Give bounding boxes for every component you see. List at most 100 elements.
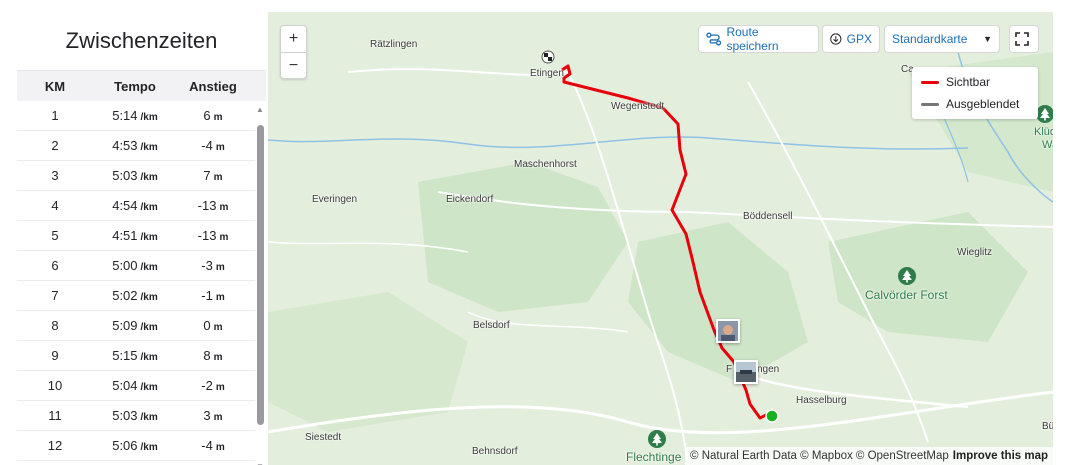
- split-pace: 5:04/km: [93, 378, 177, 393]
- split-km: 7: [51, 288, 59, 303]
- split-elevation-value: -4: [201, 138, 213, 153]
- split-elevation: 3m: [177, 408, 249, 423]
- photo-marker[interactable]: [716, 319, 740, 343]
- split-pace-value: 4:54: [112, 198, 138, 213]
- split-elevation-value: 8: [203, 348, 211, 363]
- forest-label: Flechtinge: [626, 450, 682, 464]
- split-elevation-value: -1: [201, 288, 213, 303]
- split-pace-value: 5:03: [112, 168, 138, 183]
- split-row: 3 5:03/km 7 m: [17, 161, 255, 191]
- splits-scrollbar[interactable]: ▲ ▼: [256, 105, 264, 465]
- place-label: Siestedt: [305, 432, 342, 443]
- split-km: 2: [51, 138, 59, 153]
- scroll-thumb[interactable]: [257, 125, 264, 425]
- pace-unit: /km: [140, 202, 158, 213]
- save-route-button[interactable]: Route speichern: [698, 25, 819, 53]
- place-label: Wegenstedt: [611, 101, 665, 112]
- split-elevation-value: -4: [201, 438, 213, 453]
- place-label: Wanne: [1042, 139, 1053, 151]
- split-pace: 5:02/km: [93, 288, 177, 303]
- place-label: Hasselburg: [796, 395, 847, 406]
- split-row: 10 5:04/km -2 m: [17, 371, 255, 401]
- split-pace-value: 5:15: [112, 348, 138, 363]
- route-map[interactable]: Rätzlingen Etingen Wegenstedt Maschenhor…: [268, 12, 1053, 465]
- split-elevation-value: 3: [203, 408, 211, 423]
- map-style-dropdown[interactable]: Standardkarte ▼: [884, 25, 1000, 53]
- pace-unit: /km: [140, 292, 158, 303]
- chevron-down-icon: ▼: [983, 34, 992, 44]
- elevation-unit: m: [215, 142, 225, 153]
- improve-map-link[interactable]: Improve this map: [953, 450, 1048, 462]
- splits-title: Zwischenzeiten: [17, 12, 266, 71]
- gpx-label: GPX: [846, 32, 872, 46]
- split-pace: 5:03/km: [93, 168, 177, 183]
- place-label: Rätzlingen: [370, 39, 418, 50]
- split-pace-value: 4:51: [112, 228, 138, 243]
- start-marker-icon: [765, 409, 779, 423]
- split-elevation: -4 m: [177, 138, 249, 153]
- fullscreen-button[interactable]: [1009, 25, 1039, 53]
- splits-table-body: 1 5:14/km 6 m 2 4:53/km -4 m 3 5:03/km 7 m 4 4:54/km -…: [17, 101, 255, 461]
- download-icon: [830, 33, 842, 45]
- route-icon: [706, 32, 722, 46]
- route-legend: Sichtbar Ausgeblendet: [912, 67, 1038, 119]
- place-label: ngen: [757, 364, 780, 375]
- elevation-unit: m: [215, 382, 225, 393]
- tree-icon: [898, 267, 916, 285]
- pace-unit: /km: [140, 412, 158, 423]
- photo-marker[interactable]: [734, 360, 758, 384]
- forest-label: Calvörder Forst: [865, 288, 948, 302]
- split-pace: 5:14/km: [93, 108, 177, 123]
- place-label: Böddensell: [743, 211, 793, 222]
- place-label: Etingen: [530, 68, 564, 79]
- split-km: 12: [47, 438, 63, 453]
- split-elevation: 6m: [177, 108, 249, 123]
- legend-visible-label: Sichtbar: [946, 75, 991, 89]
- split-pace-value: 5:09: [112, 318, 138, 333]
- split-row: 8 5:09/km 0 m: [17, 311, 255, 341]
- place-label: F: [726, 364, 733, 375]
- column-km: KM: [44, 78, 66, 94]
- split-row: 12 5:06/km -4 m: [17, 431, 255, 461]
- elevation-unit: m: [213, 172, 223, 183]
- splits-panel: Zwischenzeiten KM Tempo Anstieg 1 5:14/km…: [17, 12, 266, 465]
- split-row: 5 4:51/km -13 m: [17, 221, 255, 251]
- split-pace: 4:51/km: [93, 228, 177, 243]
- pace-unit: /km: [140, 142, 158, 153]
- elevation-unit: m: [215, 442, 225, 453]
- save-route-label: Route speichern: [726, 25, 779, 53]
- split-elevation-value: -13: [197, 228, 217, 243]
- scroll-up-arrow-icon[interactable]: ▲: [256, 105, 264, 114]
- split-pace-value: 5:03: [112, 408, 138, 423]
- split-pace: 5:09/km: [93, 318, 177, 333]
- split-km: 9: [51, 348, 59, 363]
- zoom-out-button[interactable]: −: [281, 53, 306, 79]
- elevation-unit: m: [219, 202, 229, 213]
- place-label: Behnsdorf: [472, 446, 518, 457]
- split-elevation-value: -3: [201, 258, 213, 273]
- split-row: 4 4:54/km -13 m: [17, 191, 255, 221]
- elevation-unit: m: [213, 352, 223, 363]
- column-elevation: Anstieg: [189, 78, 237, 94]
- elevation-unit: m: [213, 322, 223, 333]
- elevation-unit: m: [213, 112, 223, 123]
- pace-unit: /km: [140, 442, 158, 453]
- fullscreen-icon: [1014, 32, 1029, 46]
- split-elevation-value: -13: [197, 198, 217, 213]
- split-km: 5: [51, 228, 59, 243]
- zoom-in-button[interactable]: +: [281, 26, 306, 53]
- split-km: 1: [51, 108, 59, 123]
- split-row: 7 5:02/km -1 m: [17, 281, 255, 311]
- split-row: 6 5:00/km -3 m: [17, 251, 255, 281]
- split-km: 11: [48, 408, 62, 423]
- split-pace-value: 4:53: [112, 138, 138, 153]
- split-elevation-value: -2: [201, 378, 213, 393]
- gpx-download-button[interactable]: GPX: [822, 25, 880, 53]
- place-label: Klüdener: [1034, 126, 1053, 138]
- pace-unit: /km: [140, 352, 158, 363]
- place-label: Everingen: [312, 194, 358, 205]
- tree-icon: [648, 430, 666, 448]
- split-row: 9 5:15/km 8 m: [17, 341, 255, 371]
- attribution-text: © Natural Earth Data © Mapbox © OpenStre…: [690, 450, 949, 462]
- split-elevation-value: 0: [203, 318, 211, 333]
